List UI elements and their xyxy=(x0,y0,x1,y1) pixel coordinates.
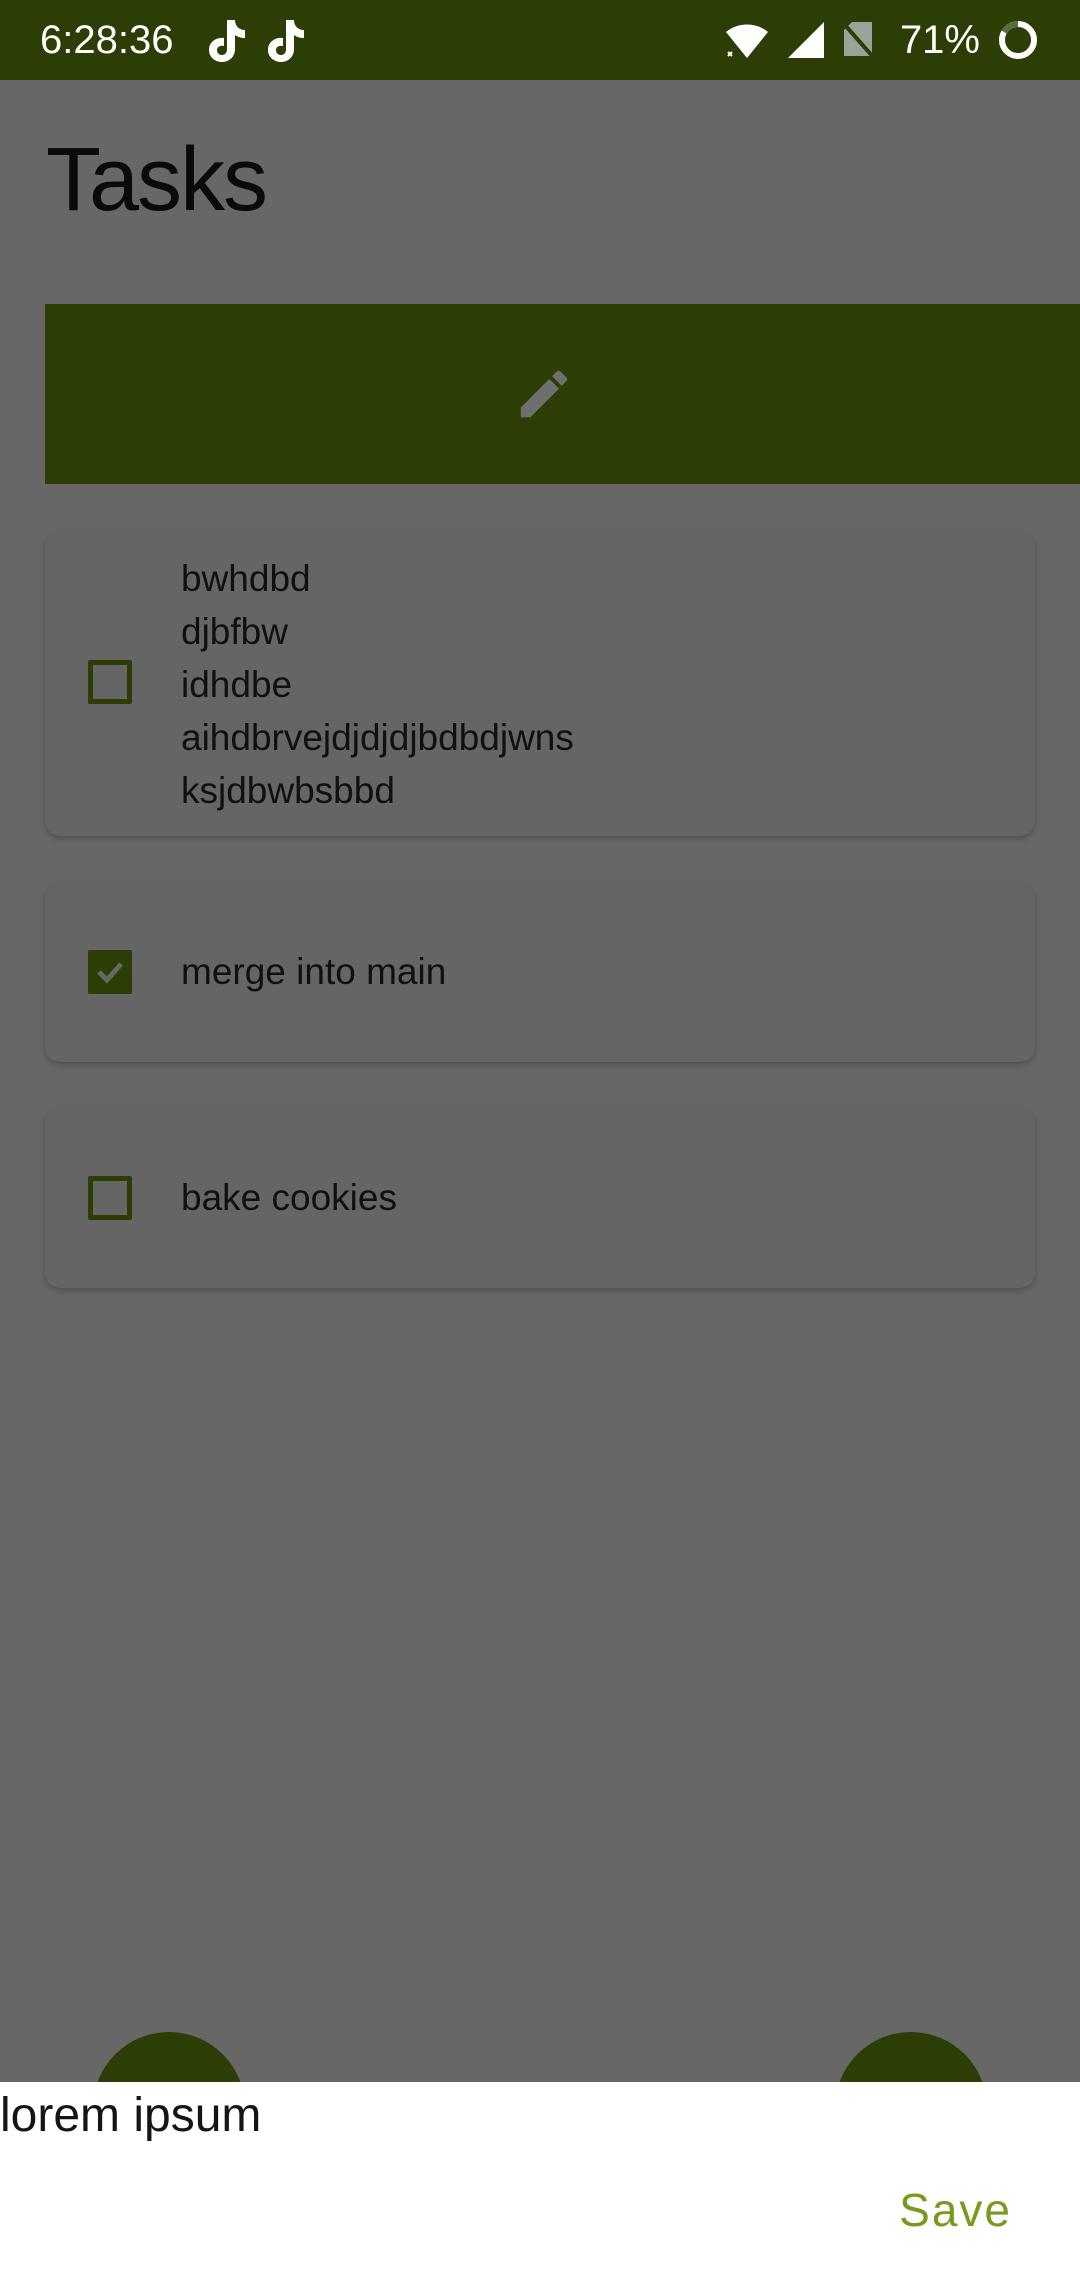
task-text-line: aihdbrvejdjdjdjbdbdjwns xyxy=(181,717,574,758)
save-button[interactable]: Save xyxy=(899,2182,1012,2238)
task-text: bwhdbd djbfbw idhdbe aihdbrvejdjdjdjbdbd… xyxy=(181,552,574,817)
task-text: merge into main xyxy=(181,945,446,998)
task-checkbox[interactable] xyxy=(88,660,132,704)
page-title: Tasks xyxy=(46,130,268,230)
status-bar: 6:28:36 71% xyxy=(0,0,1080,80)
task-text: bake cookies xyxy=(181,1171,397,1224)
task-card[interactable]: bake cookies xyxy=(45,1108,1035,1288)
checkmark-icon xyxy=(97,962,123,984)
wifi-icon xyxy=(725,24,768,58)
status-right-group: 71% xyxy=(708,14,1040,66)
bottom-sheet: lorem ipsum Save xyxy=(0,2082,1080,2280)
task-card[interactable]: bwhdbd djbfbw idhdbe aihdbrvejdjdjdjbdbd… xyxy=(45,532,1035,836)
cell-signal-icon xyxy=(787,22,824,58)
task-text-line: bwhdbd xyxy=(181,558,311,599)
task-checkbox[interactable] xyxy=(88,1176,132,1220)
tiktok-icon xyxy=(209,20,245,62)
no-sim-icon xyxy=(842,22,876,60)
battery-percent: 71% xyxy=(899,18,980,62)
task-text-line: idhdbe xyxy=(181,664,293,705)
task-checkbox-checked[interactable] xyxy=(88,950,132,994)
tiktok-icon xyxy=(268,20,304,62)
pencil-icon[interactable] xyxy=(513,363,575,425)
battery-ring-icon xyxy=(999,20,1037,59)
task-card[interactable]: merge into main xyxy=(45,882,1035,1062)
task-text-line: bake cookies xyxy=(181,1177,397,1218)
status-time: 6:28:36 xyxy=(40,18,174,62)
task-text-line: ksjdbwbsbbd xyxy=(181,770,395,811)
edit-bar[interactable] xyxy=(45,304,1080,484)
task-text-line: djbfbw xyxy=(181,611,288,652)
task-input[interactable]: lorem ipsum xyxy=(0,2088,900,2144)
task-text-line: merge into main xyxy=(181,951,447,992)
